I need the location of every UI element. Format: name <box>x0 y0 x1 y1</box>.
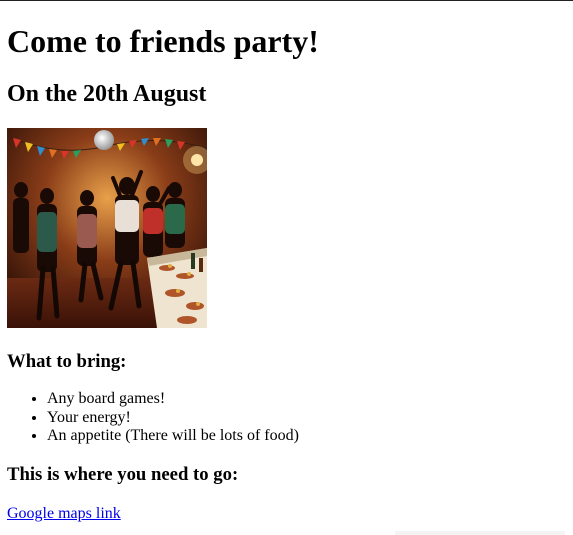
where-heading: This is where you need to go: <box>7 464 239 485</box>
party-photo <box>7 128 207 328</box>
list-item: Any board games! <box>47 390 299 409</box>
bring-heading: What to bring: <box>7 351 127 372</box>
window-top-border <box>0 0 573 1</box>
page-title: Come to friends party! <box>7 23 319 59</box>
list-item: An appetite (There will be lots of food) <box>47 427 299 446</box>
list-item: Your energy! <box>47 409 299 428</box>
google-maps-link[interactable]: Google maps link <box>7 505 121 523</box>
status-bar-fade <box>395 531 565 535</box>
bring-list: Any board games! Your energy! An appetit… <box>7 390 299 446</box>
date-heading: On the 20th August <box>7 81 207 107</box>
